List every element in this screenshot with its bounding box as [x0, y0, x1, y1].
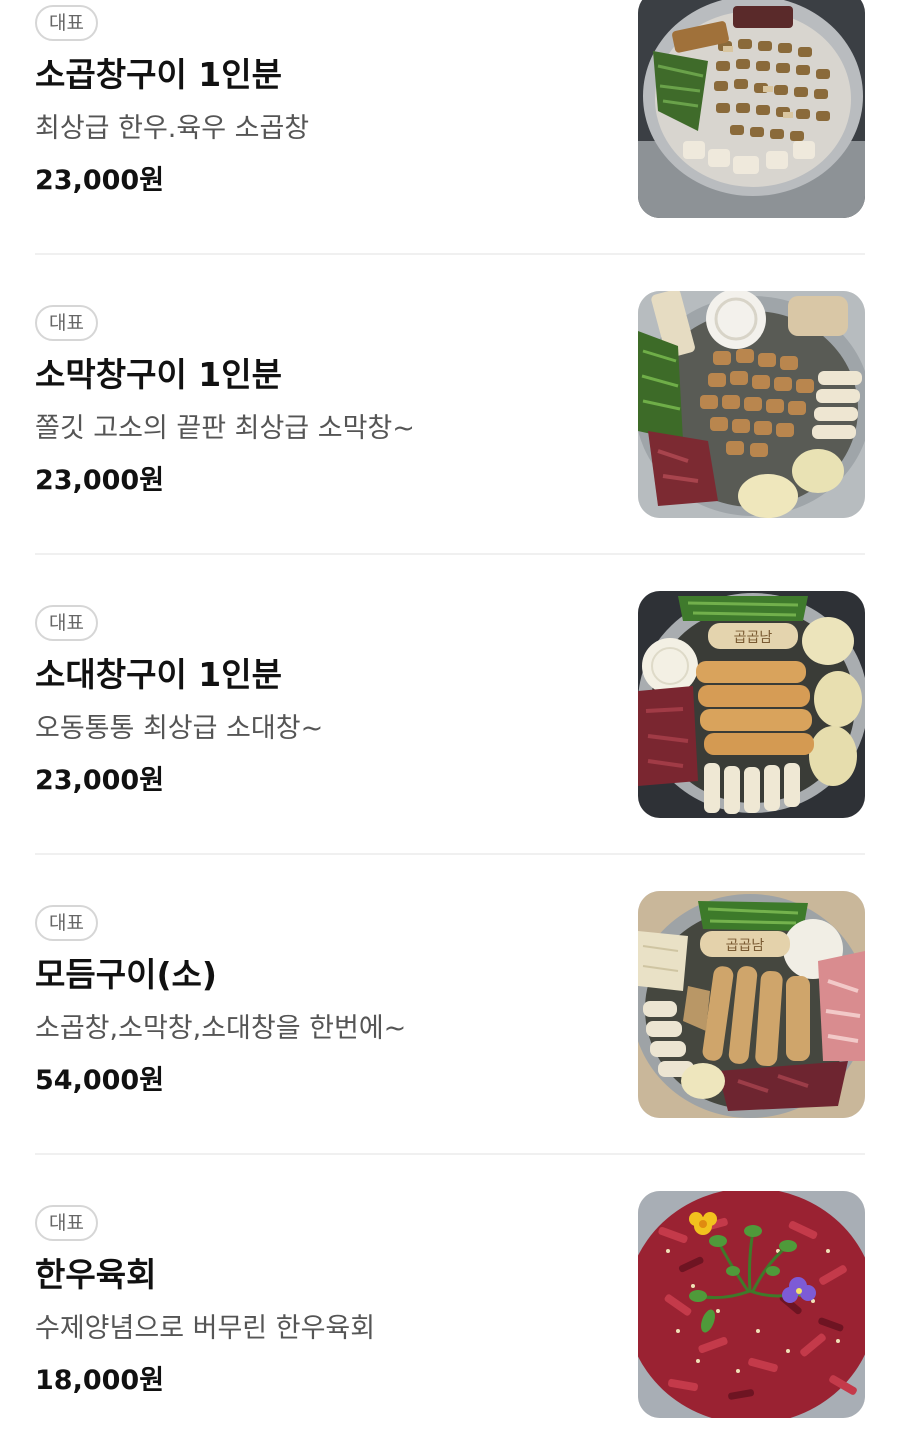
- signature-badge: 대표: [35, 305, 98, 341]
- menu-item-photo[interactable]: [638, 1191, 865, 1418]
- menu-item-name: 소막창구이 1인분: [35, 355, 282, 394]
- signature-badge: 대표: [35, 605, 98, 641]
- menu-item[interactable]: 대표 소막창구이 1인분 쫄깃 고소의 끝판 최상급 소막창~ 23,000원: [0, 255, 900, 555]
- menu-item-name: 한우육회: [35, 1255, 157, 1294]
- menu-item-description: 쫄깃 고소의 끝판 최상급 소막창~: [35, 413, 415, 444]
- korean-beef-tartare-photo: [638, 1191, 865, 1418]
- grilled-beef-large-intestine-photo: 곱곱남: [638, 591, 865, 818]
- menu-item-photo[interactable]: [638, 0, 865, 218]
- menu-item-description: 소곱창,소막창,소대창을 한번에~: [35, 1013, 407, 1044]
- menu-item-photo[interactable]: 곱곱남: [638, 891, 865, 1118]
- menu-item-photo[interactable]: 곱곱남: [638, 591, 865, 818]
- menu-item-name: 소곱창구이 1인분: [35, 55, 282, 94]
- grilled-beef-small-intestine-photo: [638, 0, 865, 218]
- menu-item-name: 소대창구이 1인분: [35, 655, 282, 694]
- menu-item[interactable]: 대표 소대창구이 1인분 오동통통 최상급 소대창~ 23,000원 곱곱남: [0, 555, 900, 855]
- menu-item[interactable]: 대표 모듬구이(소) 소곱창,소막창,소대창을 한번에~ 54,000원 곱곱남: [0, 855, 900, 1155]
- signature-badge: 대표: [35, 905, 98, 941]
- menu-item-description: 수제양념으로 버무린 한우육회: [35, 1313, 376, 1344]
- grilled-beef-abomasum-photo: [638, 291, 865, 518]
- assorted-grill-photo: 곱곱남: [638, 891, 865, 1118]
- svg-text:곱곱남: 곱곱남: [734, 630, 773, 646]
- menu-item[interactable]: 대표 한우육회 수제양념으로 버무린 한우육회 18,000원: [0, 1155, 900, 1455]
- menu-item-name: 모듬구이(소): [35, 955, 217, 994]
- menu-item-price: 23,000원: [35, 465, 165, 496]
- menu-item-price: 23,000원: [35, 765, 165, 796]
- menu-item-description: 오동통통 최상급 소대창~: [35, 713, 324, 744]
- signature-badge: 대표: [35, 5, 98, 41]
- svg-text:곱곱남: 곱곱남: [726, 938, 765, 954]
- menu-list: 대표 소곱창구이 1인분 최상급 한우.육우 소곱창 23,000원 대표 소막…: [0, 0, 900, 1455]
- menu-item-price: 54,000원: [35, 1065, 165, 1096]
- menu-item-photo[interactable]: [638, 291, 865, 518]
- menu-item[interactable]: 대표 소곱창구이 1인분 최상급 한우.육우 소곱창 23,000원: [0, 0, 900, 255]
- menu-item-price: 18,000원: [35, 1365, 165, 1396]
- menu-item-description: 최상급 한우.육우 소곱창: [35, 113, 310, 144]
- menu-item-price: 23,000원: [35, 165, 165, 196]
- signature-badge: 대표: [35, 1205, 98, 1241]
